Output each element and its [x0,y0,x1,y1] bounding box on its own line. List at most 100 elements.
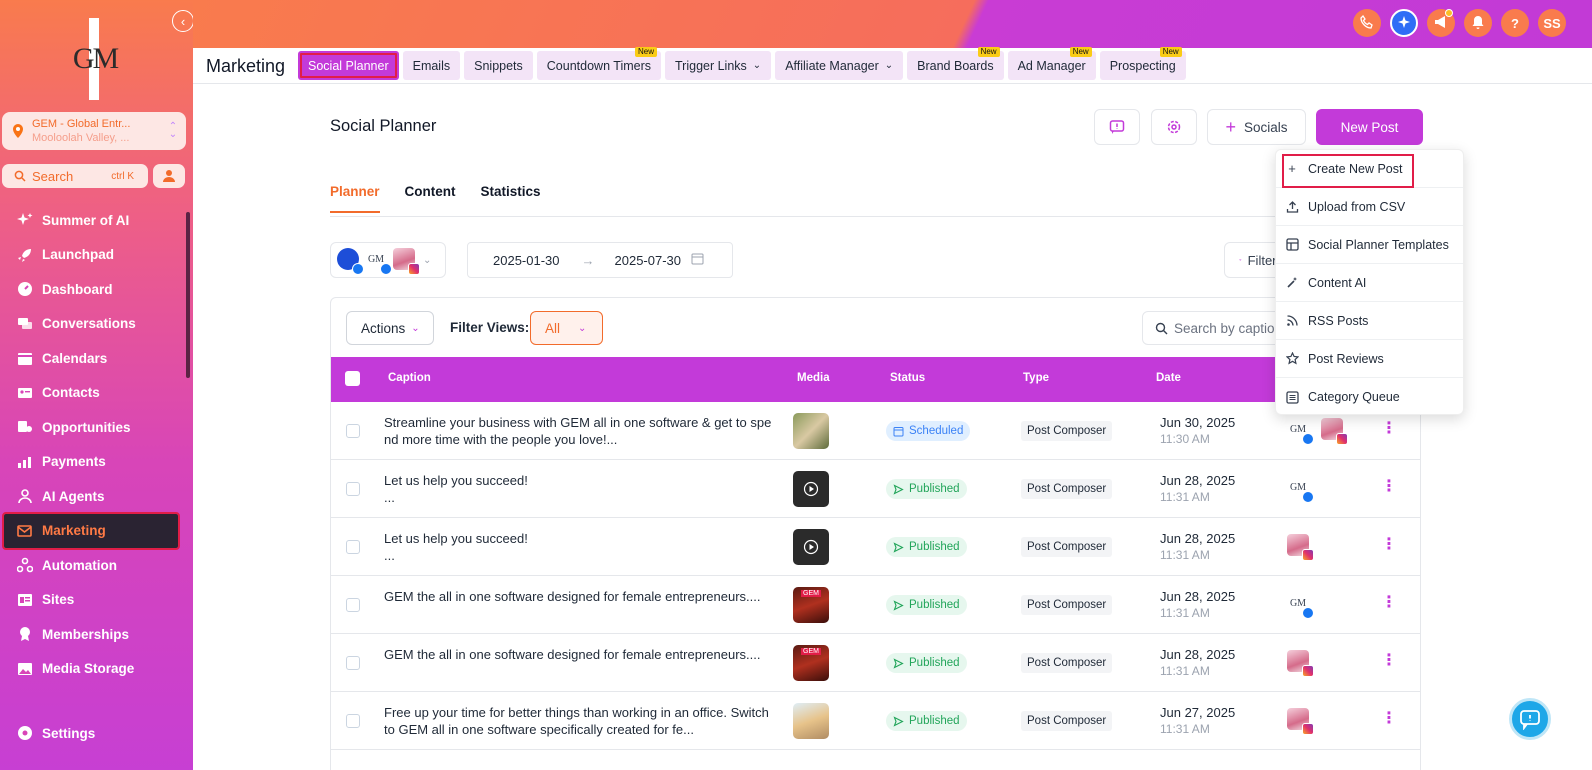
sidebar-item-summer-of-ai[interactable]: Summer of AI [0,203,180,238]
arrow-right-icon: → [581,252,595,268]
status-badge: Published [886,711,967,731]
user-profile-button[interactable] [153,164,185,188]
chevron-down-icon: ⌄ [752,60,762,71]
account-selector[interactable]: GM ⌄ [330,242,446,278]
table-row[interactable]: Let us help you succeed! ... Published Pos… [331,518,1420,576]
row-checkbox[interactable] [346,714,360,728]
user-avatar-button[interactable]: SS [1538,9,1566,37]
more-options-icon[interactable]: ⋮ [1381,710,1397,728]
all-accounts-avatar [337,248,364,275]
sidebar-item-memberships[interactable]: Memberships [0,617,180,652]
menu-item-upload-from-csv[interactable]: Upload from CSV [1276,188,1463,226]
row-checkbox[interactable] [346,540,360,554]
post-media[interactable] [793,471,829,507]
sidebar-item-calendars[interactable]: Calendars [0,341,180,376]
select-all-checkbox[interactable] [345,371,360,386]
instagram-account-avatar [1321,418,1348,445]
column-date[interactable]: Date [1156,372,1181,384]
tab-snippets[interactable]: Snippets [464,51,533,80]
more-options-icon[interactable]: ⋮ [1381,420,1397,438]
sidebar-item-launchpad[interactable]: Launchpad [0,238,180,273]
row-checkbox[interactable] [346,482,360,496]
row-checkbox[interactable] [346,656,360,670]
sidebar-item-payments[interactable]: Payments [0,445,180,480]
post-media[interactable] [793,529,829,565]
sidebar-item-ai-agents[interactable]: AI Agents [0,479,180,514]
date-range-picker[interactable]: 2025-01-30 → 2025-07-30 [467,242,733,278]
ai-assistant-button[interactable] [1390,9,1418,37]
table-row[interactable]: Let us help you succeed! ... Published Pos… [331,460,1420,518]
table-row[interactable]: Free up your time for better things than… [331,692,1420,750]
row-checkbox[interactable] [346,598,360,612]
socials-button[interactable]: + Socials [1207,109,1306,145]
sidebar-item-dashboard[interactable]: Dashboard [0,272,180,307]
post-caption: Let us help you succeed! ... [384,473,528,505]
send-icon [893,541,904,553]
gauge-icon [16,280,34,298]
column-media[interactable]: Media [797,372,830,384]
post-media[interactable]: GEM [793,645,829,681]
table-row[interactable]: GEM the all in one software designed for… [331,634,1420,692]
collapse-sidebar-button[interactable]: ‹ [172,10,194,32]
more-options-icon[interactable]: ⋮ [1381,536,1397,554]
tab-affiliate-manager[interactable]: Affiliate Manager ⌄ [775,51,904,80]
help-button[interactable]: ? [1501,9,1529,37]
column-type[interactable]: Type [1023,372,1049,384]
sidebar-item-settings[interactable]: Settings [16,724,95,742]
menu-item-post-reviews[interactable]: Post Reviews [1276,340,1463,378]
feedback-button[interactable] [1094,109,1140,145]
tab-emails[interactable]: Emails [402,51,461,80]
subtab-content[interactable]: Content [405,184,456,213]
menu-item-category-queue[interactable]: Category Queue [1276,378,1463,416]
more-options-icon[interactable]: ⋮ [1381,652,1397,670]
location-switcher[interactable]: GEM - Global Entr... Mooloolah Valley, .… [2,112,186,150]
menu-item-content-ai[interactable]: Content AI [1276,264,1463,302]
new-badge: New [977,47,1000,57]
post-media[interactable] [793,703,829,739]
sidebar-item-media-storage[interactable]: Media Storage [0,652,180,687]
tab-ad-manager[interactable]: Ad Manager New [1007,47,1096,80]
sidebar-item-sites[interactable]: Sites [0,583,180,618]
tab-social-planner[interactable]: Social Planner [298,51,399,80]
sidebar-item-contacts[interactable]: Contacts [0,376,180,411]
chevron-down-icon: ⌄ [423,254,432,266]
menu-item-rss-posts[interactable]: RSS Posts [1276,302,1463,340]
sidebar-scroll-thumb[interactable] [186,212,190,378]
filter-views-select[interactable]: All ⌄ [530,311,603,345]
subtab-statistics[interactable]: Statistics [481,184,541,213]
plus-icon: + [1288,161,1296,176]
tab-trigger-links[interactable]: Trigger Links ⌄ [665,51,772,80]
sidebar-item-automation[interactable]: Automation [0,548,180,583]
announcements-button[interactable] [1427,9,1455,37]
table-row[interactable]: Streamline your business with GEM all in… [331,402,1420,460]
tab-prospecting[interactable]: Prospecting New [1099,47,1186,80]
new-post-button[interactable]: New Post [1316,109,1423,145]
post-media[interactable] [793,413,829,449]
module-title: Marketing [206,56,286,76]
subtab-planner[interactable]: Planner [330,184,380,213]
sidebar-item-opportunities[interactable]: Opportunities [0,410,180,445]
settings-button[interactable] [1151,109,1197,145]
chat-help-button[interactable] [1509,698,1551,740]
sidebar-search[interactable]: Search ctrl K [2,164,148,188]
phone-button[interactable] [1353,9,1381,37]
menu-item-social-planner-templates[interactable]: Social Planner Templates [1276,226,1463,264]
column-status[interactable]: Status [890,372,925,384]
tab-countdown-timers[interactable]: Countdown Timers New [536,47,661,80]
menu-item-create-new-post[interactable]: + Create New Post [1276,150,1463,188]
actions-dropdown[interactable]: Actions ⌄ [346,311,434,345]
notifications-button[interactable] [1464,9,1492,37]
sidebar-item-marketing[interactable]: Marketing [2,511,180,550]
more-options-icon[interactable]: ⋮ [1381,594,1397,612]
more-options-icon[interactable]: ⋮ [1381,478,1397,496]
post-media[interactable]: GEM [793,587,829,623]
sidebar-item-conversations[interactable]: Conversations [0,307,180,342]
row-checkbox[interactable] [346,424,360,438]
list-icon [1285,390,1299,404]
notification-dot [1445,9,1453,17]
column-caption[interactable]: Caption [388,372,431,384]
media-thumbnail-image [793,413,829,449]
status-badge: Published [886,479,967,499]
tab-brand-boards[interactable]: Brand Boards New [907,47,1004,80]
table-row[interactable]: GEM the all in one software designed for… [331,576,1420,634]
